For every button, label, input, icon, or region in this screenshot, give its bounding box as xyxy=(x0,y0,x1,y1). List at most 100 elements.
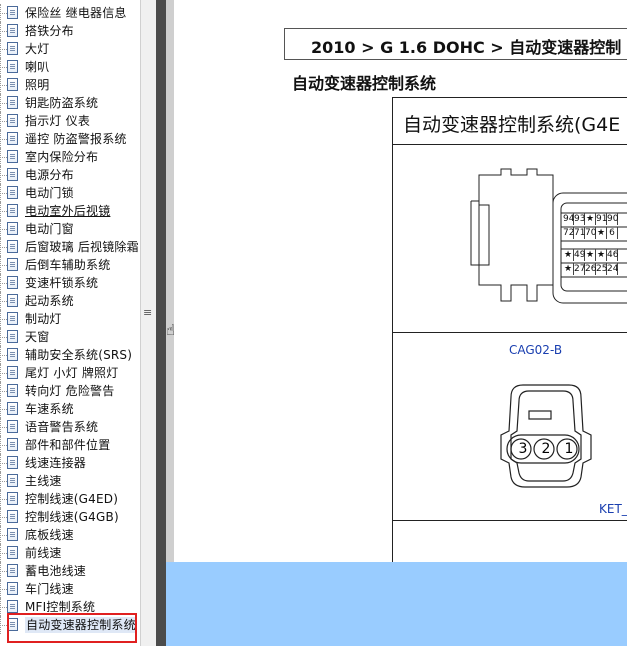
tree-item[interactable]: 遥控 防盗警报系统 xyxy=(0,130,140,148)
tree-item[interactable]: 指示灯 仪表 xyxy=(0,112,140,130)
tree-item[interactable]: 前线速 xyxy=(0,544,140,562)
tree-item-label: 控制线速(G4GB) xyxy=(25,510,119,524)
tree-line xyxy=(0,355,7,356)
tree-item[interactable]: 蓄电池线速 xyxy=(0,562,140,580)
tree-item[interactable]: 室内保险分布 xyxy=(0,148,140,166)
tree-item-label: 车门线速 xyxy=(25,582,74,596)
plug-pin-3: 3 xyxy=(518,441,528,457)
connector-pin: 70 xyxy=(585,227,597,239)
connector-pin: ★ xyxy=(596,227,607,239)
tree-item-label: 电动室外后视镜 xyxy=(25,204,111,218)
splitter-grip-icon[interactable]: ≡ xyxy=(143,307,152,318)
tree-line xyxy=(0,571,7,572)
tree-item[interactable]: 钥匙防盗系统 xyxy=(0,94,140,112)
tree-item[interactable]: 喇叭 xyxy=(0,58,140,76)
diagram-divider xyxy=(393,520,627,521)
tree-item[interactable]: 后倒车辅助系统 xyxy=(0,256,140,274)
panel-splitter[interactable] xyxy=(140,0,157,646)
tree-item[interactable]: 大灯 xyxy=(0,40,140,58)
tree-item-label: 变速杆锁系统 xyxy=(25,276,99,290)
tree-item[interactable]: 天窗 xyxy=(0,328,140,346)
tree-line xyxy=(0,391,7,392)
tree-item[interactable]: 电源分布 xyxy=(0,166,140,184)
wiring-diagram: 自动变速器控制系统(G4E 94 93 ★ 91 90 72 71 70 ★ 6 ★ 49 ★ ★ 46 ★ 2… xyxy=(392,97,627,562)
tree-line xyxy=(0,445,7,446)
tree-item[interactable]: 转向灯 危险警告 xyxy=(0,382,140,400)
connector-pin: 72 xyxy=(563,227,575,239)
tree-item[interactable]: 电动室外后视镜 xyxy=(0,202,140,220)
document-icon xyxy=(7,384,18,397)
tree-line xyxy=(0,553,7,554)
tree-item[interactable]: 照明 xyxy=(0,76,140,94)
connector-pin: 93 xyxy=(574,213,586,225)
document-icon xyxy=(7,24,18,37)
tree-item[interactable]: 后窗玻璃 后视镜除霜 xyxy=(0,238,140,256)
document-icon xyxy=(7,168,18,181)
tree-item[interactable]: 电动门窗 xyxy=(0,220,140,238)
tree-item-label: 遥控 防盗警报系统 xyxy=(25,132,127,146)
tree-item-label: 电动门窗 xyxy=(25,222,74,236)
tree-line xyxy=(0,337,7,338)
tree-item-label: 搭铁分布 xyxy=(25,24,74,38)
tree-item-label: 室内保险分布 xyxy=(25,150,99,164)
document-icon xyxy=(7,546,18,559)
tree-item[interactable]: 起动系统 xyxy=(0,292,140,310)
tree-item-label: 尾灯 小灯 牌照灯 xyxy=(25,366,119,380)
tree-item[interactable]: 搭铁分布 xyxy=(0,22,140,40)
ket-label: KET_ xyxy=(599,502,627,516)
document-icon xyxy=(7,474,18,487)
tree-item-label: 后窗玻璃 后视镜除霜 xyxy=(25,240,139,254)
tree-item[interactable]: 部件和部件位置 xyxy=(0,436,140,454)
tree-item-label: 转向灯 危险警告 xyxy=(25,384,115,398)
tree-item[interactable]: 电动门锁 xyxy=(0,184,140,202)
document-icon xyxy=(7,330,18,343)
tree-line xyxy=(0,67,7,68)
document-icon xyxy=(7,78,18,91)
document-gutter xyxy=(166,0,174,562)
tree-item-label: 保险丝 继电器信息 xyxy=(25,6,127,20)
document-icon xyxy=(7,312,18,325)
tree-item-label: 车速系统 xyxy=(25,402,74,416)
tree-line xyxy=(0,607,7,608)
tree-item[interactable]: 车速系统 xyxy=(0,400,140,418)
connector-pin: 49 xyxy=(574,249,586,261)
connector-pin: 27 xyxy=(574,263,586,275)
tree-line xyxy=(0,517,7,518)
document-icon xyxy=(7,204,18,217)
tree-item-label: 起动系统 xyxy=(25,294,74,308)
tree-line xyxy=(0,211,7,212)
tree-item[interactable]: 底板线速 xyxy=(0,526,140,544)
document-icon xyxy=(7,186,18,199)
diagram-divider xyxy=(393,332,627,333)
connector-pin: ★ xyxy=(563,263,574,275)
tree-item[interactable]: 语音警告系统 xyxy=(0,418,140,436)
tree-line xyxy=(0,301,7,302)
tree-item[interactable]: 线速连接器 xyxy=(0,454,140,472)
tree-item[interactable]: 保险丝 继电器信息 xyxy=(0,4,140,22)
tree-item-label: 底板线速 xyxy=(25,528,74,542)
tree-item[interactable]: 控制线速(G4GB) xyxy=(0,508,140,526)
tree-item[interactable]: 主线速 xyxy=(0,472,140,490)
document-icon xyxy=(7,150,18,163)
tree-line xyxy=(0,103,7,104)
tree-item[interactable]: 制动灯 xyxy=(0,310,140,328)
tree-item[interactable]: 变速杆锁系统 xyxy=(0,274,140,292)
navigation-tree: 保险丝 继电器信息 搭铁分布大灯 喇叭 照明 钥匙防盗系统 指示灯 仪表遥控 防盗警报系统… xyxy=(0,0,140,646)
document-icon xyxy=(7,564,18,577)
tree-item-label: 控制线速(G4ED) xyxy=(25,492,119,506)
document-icon xyxy=(7,6,18,19)
blank-content-area xyxy=(166,562,627,646)
document-icon xyxy=(7,294,18,307)
document-icon xyxy=(7,348,18,361)
connector-pin: ★ xyxy=(585,249,596,261)
tree-item[interactable]: 尾灯 小灯 牌照灯 xyxy=(0,364,140,382)
connector-pin: 26 xyxy=(585,263,597,275)
connector-code-label: CAG02-B xyxy=(509,343,563,357)
tree-line xyxy=(0,463,7,464)
tree-item[interactable]: 车门线速 xyxy=(0,580,140,598)
tree-line xyxy=(0,247,7,248)
tree-item[interactable]: 辅助安全系统(SRS) xyxy=(0,346,140,364)
tree-item[interactable]: 控制线速(G4ED) xyxy=(0,490,140,508)
connector-pin: ★ xyxy=(596,249,607,261)
tree-line xyxy=(0,283,7,284)
